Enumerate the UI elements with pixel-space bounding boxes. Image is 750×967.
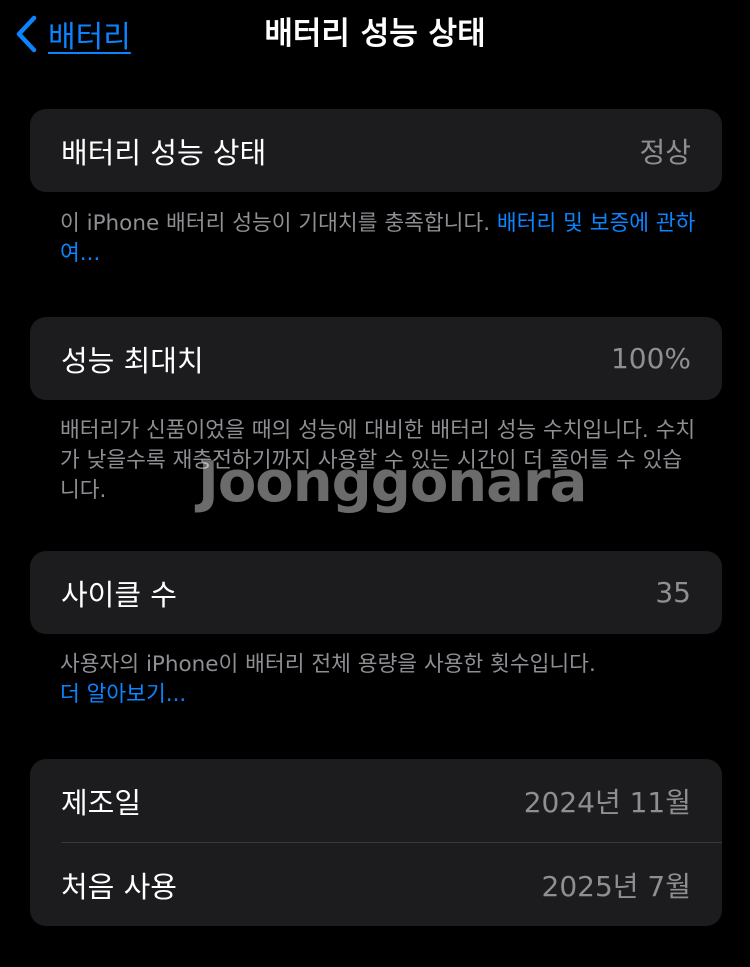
battery-health-card: 배터리 성능 상태 정상: [30, 109, 722, 192]
max-capacity-note: 배터리가 신품이었을 때의 성능에 대비한 배터리 성능 수치입니다. 수치가 …: [60, 418, 696, 503]
first-use-value: 2025년 7월: [541, 869, 692, 903]
learn-more-link[interactable]: 더 알아보기...: [60, 682, 186, 707]
battery-health-label: 배터리 성능 상태: [61, 135, 267, 170]
battery-health-note-text: 이 iPhone 배터리 성능이 기대치를 충족합니다.: [60, 211, 497, 236]
first-use-row: 처음 사용 2025년 7월: [30, 843, 722, 926]
cycle-count-row: 사이클 수 35: [30, 551, 722, 634]
dates-card: 제조일 2024년 11월 처음 사용 2025년 7월: [30, 759, 722, 926]
navigation-bar: 배터리 배터리 성능 상태: [0, 0, 750, 70]
cycle-count-note: 사용자의 iPhone이 배터리 전체 용량을 사용한 횟수입니다. 더 알아보기…: [60, 650, 700, 710]
manufacture-date-value: 2024년 11월: [523, 785, 691, 819]
max-capacity-row: 성능 최대치 100%: [30, 317, 722, 400]
cycle-count-label: 사이클 수: [61, 577, 177, 612]
cycle-count-note-text: 사용자의 iPhone이 배터리 전체 용량을 사용한 횟수입니다.: [60, 652, 596, 677]
max-capacity-card: 성능 최대치 100%: [30, 317, 722, 400]
battery-health-value: 정상: [639, 135, 691, 169]
first-use-label: 처음 사용: [61, 869, 177, 904]
cycle-count-card: 사이클 수 35: [30, 551, 722, 634]
max-capacity-label: 성능 최대치: [61, 343, 204, 378]
max-capacity-value: 100%: [610, 342, 691, 375]
cycle-count-value: 35: [655, 576, 691, 609]
page-title: 배터리 성능 상태: [264, 16, 486, 52]
manufacture-date-label: 제조일: [61, 785, 142, 820]
manufacture-date-row: 제조일 2024년 11월: [30, 759, 722, 842]
battery-health-note: 이 iPhone 배터리 성능이 기대치를 충족합니다. 배터리 및 보증에 관…: [60, 209, 700, 269]
battery-health-row: 배터리 성능 상태 정상: [30, 109, 722, 192]
